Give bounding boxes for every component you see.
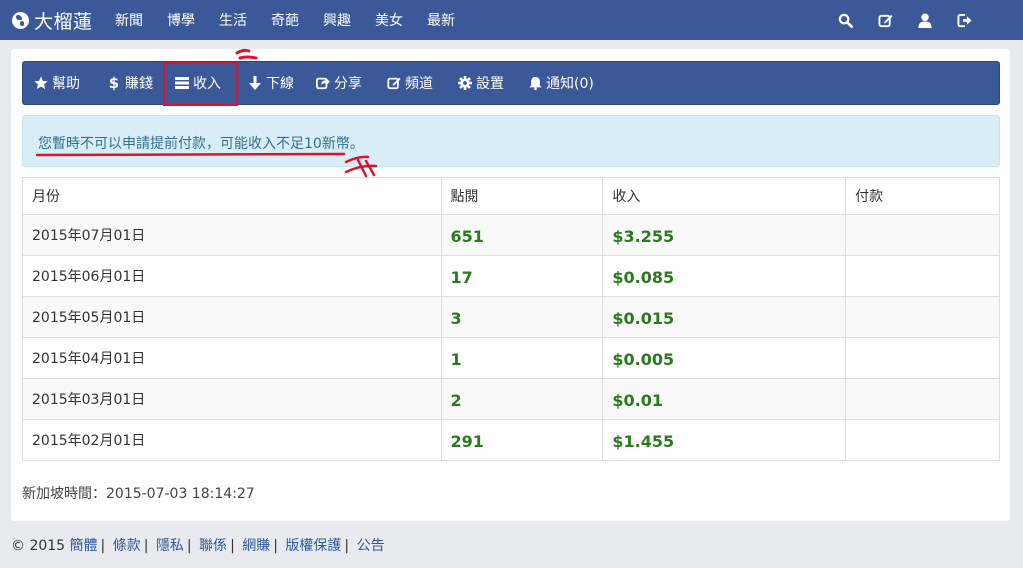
- footer-separator: |: [273, 538, 278, 554]
- edit-icon[interactable]: [877, 12, 893, 28]
- subnav-label: 頻道: [405, 76, 433, 92]
- cell-income: $3.255: [602, 214, 847, 256]
- server-time: 新加坡時間：2015-07-03 18:14:27: [22, 486, 255, 502]
- cell-payment: [845, 214, 1000, 256]
- table-row: 2015年03月01日 2 $0.01: [22, 378, 1000, 420]
- column-header-payment: 付款: [845, 177, 1000, 215]
- cell-month: 2015年04月01日: [22, 337, 442, 379]
- cell-views: 3: [440, 296, 604, 338]
- globe-icon: [12, 11, 29, 29]
- table-row: 2015年07月01日 651 $3.255: [22, 214, 1000, 256]
- subnav-item-channel[interactable]: 頻道: [387, 62, 433, 104]
- gear-icon: [458, 76, 472, 90]
- footer-copyright: © 2015: [11, 538, 66, 554]
- nav-icon-group: [837, 0, 973, 40]
- subnav-item-earn[interactable]: $ 賺錢: [107, 62, 153, 104]
- main-panel: 幫助 $ 賺錢 收入 下線 分享 頻道 設置 通知(0) 您暫時不可以申請提前付…: [11, 49, 1010, 521]
- cell-month: 2015年06月01日: [22, 255, 442, 297]
- brand-name: 大榴蓮: [34, 10, 93, 33]
- nav-link-knowledge[interactable]: 博學: [167, 10, 195, 30]
- cell-month: 2015年02月01日: [22, 419, 442, 461]
- nav-link-weird[interactable]: 奇葩: [271, 10, 299, 30]
- cell-views: 2: [440, 378, 604, 420]
- search-icon[interactable]: [837, 12, 853, 28]
- table-row: 2015年04月01日 1 $0.005: [22, 337, 1000, 379]
- cell-month: 2015年07月01日: [22, 214, 442, 256]
- subnav-item-notifications[interactable]: 通知(0): [528, 62, 594, 104]
- footer-separator: |: [186, 538, 192, 554]
- column-header-views: 點閱: [440, 177, 604, 215]
- user-icon[interactable]: [917, 12, 933, 28]
- share-icon: [316, 76, 330, 90]
- cell-payment: [845, 337, 1000, 379]
- footer-separator: |: [230, 538, 235, 554]
- cell-payment: [845, 378, 1000, 420]
- footer-link-simplified[interactable]: 簡體: [70, 538, 98, 554]
- subnav-label: 下線: [266, 76, 294, 92]
- footer: © 2015 簡體 | 條款 | 隱私 | 聯係 | 網賺 | 版權保護 | 公告: [11, 535, 385, 555]
- footer-link-privacy[interactable]: 隱私: [156, 538, 184, 554]
- subnav-label: 幫助: [52, 76, 80, 92]
- table-row: 2015年06月01日 17 $0.085: [22, 255, 1000, 297]
- nav-link-beauty[interactable]: 美女: [375, 10, 403, 30]
- annotation-highlight-box: [163, 62, 238, 106]
- subnav-label: 分享: [334, 76, 362, 92]
- column-header-month: 月份: [22, 177, 442, 215]
- edit-icon: [387, 76, 401, 90]
- cell-views: 1: [440, 337, 604, 379]
- cell-income: $0.015: [602, 296, 847, 338]
- cell-payment: [845, 296, 1000, 338]
- cell-income: $0.005: [602, 337, 847, 379]
- cell-income: $0.085: [602, 255, 847, 297]
- nav-link-news[interactable]: 新聞: [115, 10, 143, 30]
- income-table: 月份 點閱 收入 付款 2015年07月01日 651 $3.255 2015年…: [22, 177, 1000, 461]
- nav-link-life[interactable]: 生活: [219, 10, 247, 30]
- arrow-down-icon: [248, 76, 262, 90]
- cell-income: $1.455: [602, 419, 847, 461]
- cell-views: 17: [440, 255, 604, 297]
- star-icon: [34, 76, 48, 90]
- subnav-item-help[interactable]: 幫助: [34, 62, 80, 104]
- alert-message: 您暫時不可以申請提前付款，可能收入不足10新幣。: [38, 136, 364, 152]
- table-header-row: 月份 點閱 收入 付款: [22, 177, 1000, 215]
- footer-link-contact[interactable]: 聯係: [199, 538, 227, 554]
- subnav-item-downline[interactable]: 下線: [248, 62, 294, 104]
- table-row: 2015年05月01日 3 $0.015: [22, 296, 1000, 338]
- subnav-item-settings[interactable]: 設置: [458, 62, 504, 104]
- cell-income: $0.01: [602, 378, 847, 420]
- footer-link-announcement[interactable]: 公告: [357, 538, 385, 554]
- cell-payment: [845, 255, 1000, 297]
- nav-link-interest[interactable]: 興趣: [323, 10, 351, 30]
- payment-alert: 您暫時不可以申請提前付款，可能收入不足10新幣。: [22, 115, 1000, 167]
- table-row: 2015年02月01日 291 $1.455: [22, 419, 1000, 461]
- cell-month: 2015年03月01日: [22, 378, 442, 420]
- subnav-label: 通知(0): [546, 76, 594, 92]
- dollar-icon: $: [108, 74, 120, 92]
- bell-icon: [528, 76, 542, 90]
- footer-link-earn[interactable]: 網賺: [242, 538, 270, 554]
- logout-icon[interactable]: [957, 12, 973, 28]
- footer-separator: |: [143, 538, 149, 554]
- footer-link-copyright[interactable]: 版權保護: [285, 538, 341, 554]
- footer-separator: |: [100, 538, 106, 554]
- subnav-item-share[interactable]: 分享: [316, 62, 362, 104]
- cell-views: 651: [440, 214, 604, 256]
- brand[interactable]: 大榴蓮: [0, 7, 104, 34]
- footer-separator: |: [344, 538, 350, 554]
- column-header-income: 收入: [602, 177, 847, 215]
- nav-link-latest[interactable]: 最新: [427, 10, 455, 30]
- top-navbar: 大榴蓮 新聞 博學 生活 奇葩 興趣 美女 最新: [0, 0, 1023, 40]
- footer-link-terms[interactable]: 條款: [113, 538, 141, 554]
- cell-views: 291: [440, 419, 604, 461]
- subnav-label: 設置: [476, 76, 504, 92]
- nav-links: 新聞 博學 生活 奇葩 興趣 美女 最新: [115, 10, 479, 30]
- cell-month: 2015年05月01日: [22, 296, 442, 338]
- cell-payment: [845, 419, 1000, 461]
- subnav-label: 賺錢: [125, 76, 153, 92]
